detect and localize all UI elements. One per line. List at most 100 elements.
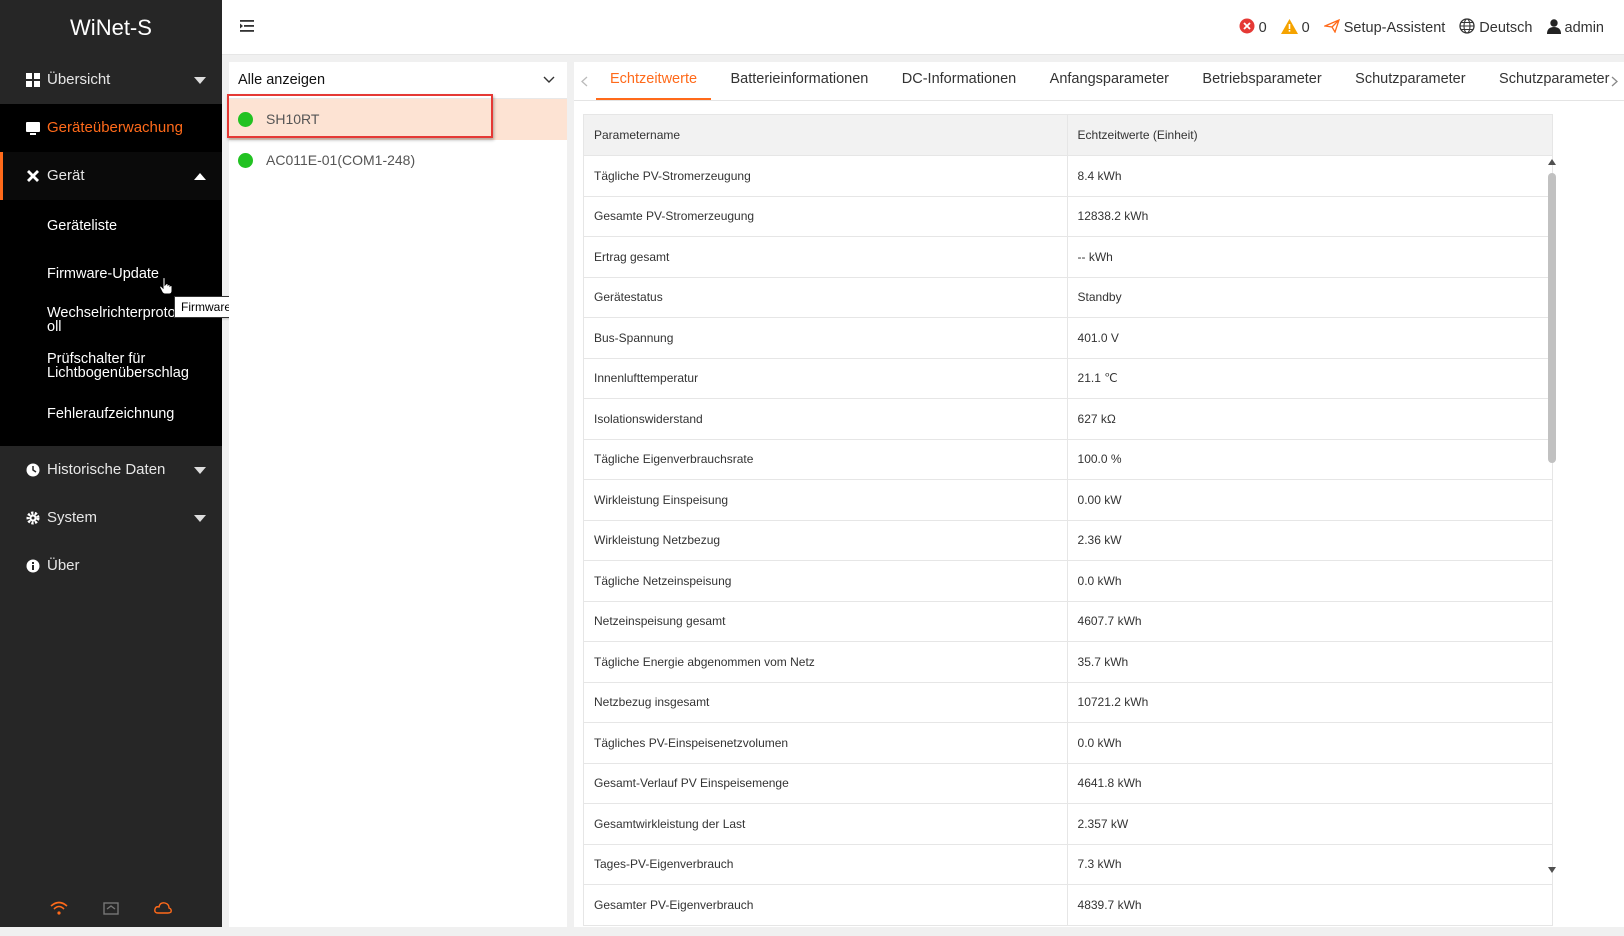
device-name: SH10RT xyxy=(266,111,320,127)
user-icon xyxy=(1546,18,1561,38)
error-indicator[interactable]: 0 xyxy=(1239,18,1267,38)
table-row: Wirkleistung Netzbezug 2.36 kW xyxy=(583,519,1553,561)
header-right: 0 0 Setup-Assistent Deutsch admin xyxy=(1239,0,1604,56)
parameter-value-cell: 10721.2 kWh xyxy=(1066,681,1553,723)
sidebar: WiNet-S Übersicht Geräteüberwachung Gerä… xyxy=(0,0,222,927)
user-name: admin xyxy=(1564,20,1605,36)
parameter-name-cell: Gesamter PV-Eigenverbrauch xyxy=(583,884,1068,926)
tab-echtzeitwerte[interactable]: Echtzeitwerte xyxy=(596,62,712,100)
nav-ueber[interactable]: Über xyxy=(0,542,222,590)
nav-label: Über xyxy=(47,557,80,574)
tab-schutzparameter-s[interactable]: Schutzparameter (S xyxy=(1485,62,1610,98)
parameter-value-cell: 0.00 kW xyxy=(1066,479,1553,521)
tab-betriebsparameter[interactable]: Betriebsparameter xyxy=(1188,62,1335,98)
table-row: Gerätestatus Standby xyxy=(583,276,1553,318)
parameter-name-cell: Gesamt-Verlauf PV Einspeisemenge xyxy=(583,762,1068,804)
caret-down-icon xyxy=(194,494,206,542)
parameter-name-cell: Isolationswiderstand xyxy=(583,398,1068,440)
parameter-value-cell: 0.0 kWh xyxy=(1066,722,1553,764)
parameter-name-cell: Netzbezug insgesamt xyxy=(583,681,1068,723)
user-menu[interactable]: admin xyxy=(1546,18,1605,38)
table-row: Tägliche PV-Stromerzeugung 8.4 kWh xyxy=(583,155,1553,197)
setup-assistant-link[interactable]: Setup-Assistent xyxy=(1322,18,1446,37)
tab-batterieinformationen[interactable]: Batterieinformationen xyxy=(717,62,883,98)
table-header-row: Parametername Echtzeitwerte (Einheit) xyxy=(583,114,1553,156)
nav-geraeteueberwachung[interactable]: Geräteüberwachung xyxy=(0,104,222,152)
table-row: Tages-PV-Eigenverbrauch 7.3 kWh xyxy=(583,843,1553,885)
tab-schutzparameter[interactable]: Schutzparameter xyxy=(1341,62,1479,98)
language-selector[interactable]: Deutsch xyxy=(1459,18,1533,38)
table-row: Tägliche Eigenverbrauchsrate 100.0 % xyxy=(583,438,1553,480)
parameter-value-cell: 627 kΩ xyxy=(1066,398,1553,440)
setup-label: Setup-Assistent xyxy=(1343,20,1446,36)
clock-icon xyxy=(26,446,40,494)
tab-bar: Echtzeitwerte Batterieinformationen DC-I… xyxy=(574,62,1624,101)
table-row: Ertrag gesamt -- kWh xyxy=(583,236,1553,278)
scroll-thumb[interactable] xyxy=(1548,173,1556,463)
menu-collapse-icon[interactable] xyxy=(238,18,256,39)
parameter-name-cell: Wirkleistung Einspeisung xyxy=(583,479,1068,521)
submenu-item-pruefschalter[interactable]: Prüfschalter für Lichtbogenüberschlag xyxy=(0,344,197,390)
brand-logo: WiNet-S xyxy=(70,15,152,40)
nav-uebersicht[interactable]: Übersicht xyxy=(0,56,222,104)
nav-historische-daten[interactable]: Historische Daten xyxy=(0,446,222,494)
tab-dc-informationen[interactable]: DC-Informationen xyxy=(888,62,1030,98)
parameter-value-cell: Standby xyxy=(1066,276,1553,318)
warning-count: 0 xyxy=(1301,20,1310,36)
tab-anfangsparameter[interactable]: Anfangsparameter xyxy=(1036,62,1183,98)
nav-label: Geräteüberwachung xyxy=(47,119,183,136)
parameter-value-cell: 401.0 V xyxy=(1066,317,1553,359)
parameter-name-cell: Wirkleistung Netzbezug xyxy=(583,519,1068,561)
caret-down-icon xyxy=(194,56,206,104)
status-online-icon xyxy=(238,153,253,168)
warning-indicator[interactable]: 0 xyxy=(1280,18,1310,38)
device-panel: Alle anzeigen SH10RT AC011E-01(COM1-248) xyxy=(229,62,567,927)
status-online-icon xyxy=(238,112,253,127)
table-row: Netzeinspeisung gesamt 4607.7 kWh xyxy=(583,600,1553,642)
table-row: Gesamter PV-Eigenverbrauch 4839.7 kWh xyxy=(583,884,1553,926)
parameter-table: Parametername Echtzeitwerte (Einheit) Tä… xyxy=(583,114,1553,926)
parameter-value-cell: 12838.2 kWh xyxy=(1066,195,1553,237)
table-body: Tägliche PV-Stromerzeugung 8.4 kWh Gesamte… xyxy=(583,155,1553,926)
submenu-item-firmware-update[interactable]: Firmware-Update xyxy=(0,250,222,298)
nav-geraet[interactable]: Gerät xyxy=(0,152,222,200)
parameter-table-wrap: Parametername Echtzeitwerte (Einheit) Tä… xyxy=(583,114,1553,936)
device-item-sh10rt[interactable]: SH10RT xyxy=(229,99,567,140)
nav-label: Gerät xyxy=(47,167,85,184)
scroll-up-icon[interactable] xyxy=(1547,157,1557,167)
parameter-value-cell: 4839.7 kWh xyxy=(1066,884,1553,926)
parameter-name-cell: Tägliche Netzeinspeisung xyxy=(583,560,1068,602)
nav-system[interactable]: System xyxy=(0,494,222,542)
chevron-down-icon xyxy=(543,62,555,98)
parameter-name-cell: Tages-PV-Eigenverbrauch xyxy=(583,843,1068,885)
submenu-geraet: Geräteliste Firmware-Update Wechselricht… xyxy=(0,200,222,446)
parameter-name-cell: Tägliche PV-Stromerzeugung xyxy=(583,155,1068,197)
nav-label: Übersicht xyxy=(47,71,111,88)
column-header-parametername: Parametername xyxy=(583,114,1068,156)
parameter-value-cell: 2.36 kW xyxy=(1066,519,1553,561)
parameter-name-cell: Gesamtwirkleistung der Last xyxy=(583,803,1068,845)
device-filter-select[interactable]: Alle anzeigen xyxy=(229,62,567,99)
error-count: 0 xyxy=(1258,20,1267,36)
monitor-icon xyxy=(26,104,40,152)
submenu-item-wechselrichterprotokoll[interactable]: Wechselrichterprotokoll xyxy=(0,298,187,344)
parameter-value-cell: 2.357 kW xyxy=(1066,803,1553,845)
info-icon xyxy=(26,542,40,590)
nav-label: Historische Daten xyxy=(47,461,166,478)
submenu-item-geraeteliste[interactable]: Geräteliste xyxy=(0,202,222,250)
parameter-value-cell: 35.7 kWh xyxy=(1066,641,1553,683)
table-row: Gesamt-Verlauf PV Einspeisemenge 4641.8 k… xyxy=(583,762,1553,804)
device-item-ac011e[interactable]: AC011E-01(COM1-248) xyxy=(229,140,567,181)
scroll-down-icon[interactable] xyxy=(1547,865,1557,875)
parameter-name-cell: Tägliche Energie abgenommen vom Netz xyxy=(583,641,1068,683)
chevron-right-icon[interactable] xyxy=(1604,62,1624,100)
submenu-item-fehleraufzeichnung[interactable]: Fehleraufzeichnung xyxy=(0,390,222,438)
grid-icon xyxy=(26,56,40,104)
chevron-left-icon[interactable] xyxy=(574,62,594,100)
parameter-name-cell: Tägliche Eigenverbrauchsrate xyxy=(583,438,1068,480)
parameter-name-cell: Tägliches PV-Einspeisenetzvolumen xyxy=(583,722,1068,764)
nav-label: System xyxy=(47,509,98,526)
table-row: Innenlufttemperatur 21.1 ℃ xyxy=(583,357,1553,399)
table-scrollbar[interactable] xyxy=(1545,155,1557,877)
send-icon xyxy=(1322,18,1340,37)
